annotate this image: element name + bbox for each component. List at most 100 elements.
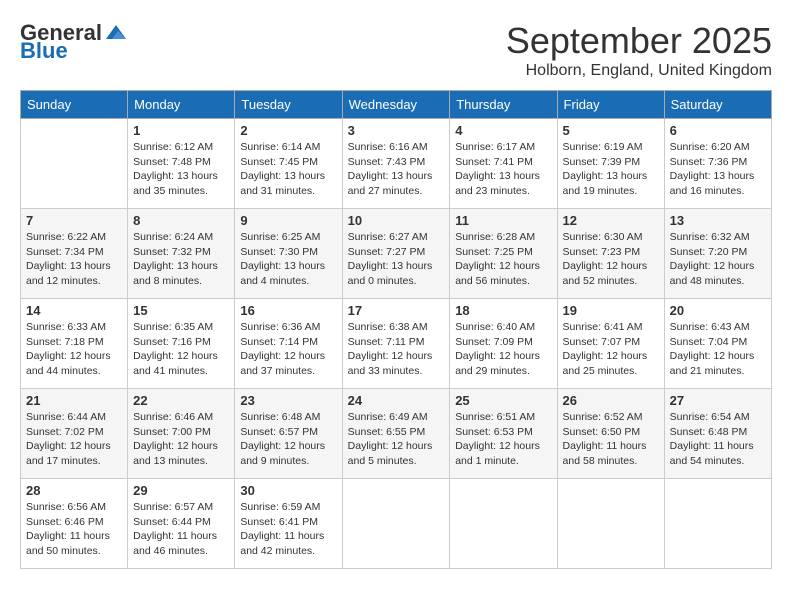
table-row: 14 Sunrise: 6:33 AMSunset: 7:18 PMDayligh… (21, 299, 128, 389)
day-number: 17 (348, 303, 445, 318)
day-number: 8 (133, 213, 229, 228)
day-info: Sunrise: 6:38 AMSunset: 7:11 PMDaylight:… (348, 320, 445, 379)
day-info: Sunrise: 6:59 AMSunset: 6:41 PMDaylight:… (240, 500, 336, 559)
logo-icon (104, 21, 128, 45)
table-row: 5Sunrise: 6:19 AMSunset: 7:39 PMDaylight… (557, 119, 664, 209)
day-number: 24 (348, 393, 445, 408)
table-row: 23 Sunrise: 6:48 AMSunset: 6:57 PMDayligh… (235, 389, 342, 479)
day-number: 26 (563, 393, 659, 408)
day-info: Sunrise: 6:54 AMSunset: 6:48 PMDaylight:… (670, 410, 766, 469)
day-info: Sunrise: 6:52 AMSunset: 6:50 PMDaylight:… (563, 410, 659, 469)
day-info: Sunrise: 6:56 AMSunset: 6:46 PMDaylight:… (26, 500, 122, 559)
day-info: Sunrise: 6:49 AMSunset: 6:55 PMDaylight:… (348, 410, 445, 469)
table-row: 12 Sunrise: 6:30 AMSunset: 7:23 PMDayligh… (557, 209, 664, 299)
day-info: Sunrise: 6:32 AMSunset: 7:20 PMDaylight:… (670, 230, 766, 289)
col-tuesday: Tuesday (235, 91, 342, 119)
table-row: 9 Sunrise: 6:25 AMSunset: 7:30 PMDaylight… (235, 209, 342, 299)
table-row: 15 Sunrise: 6:35 AMSunset: 7:16 PMDayligh… (128, 299, 235, 389)
table-row: 16 Sunrise: 6:36 AMSunset: 7:14 PMDayligh… (235, 299, 342, 389)
table-row: 24 Sunrise: 6:49 AMSunset: 6:55 PMDayligh… (342, 389, 450, 479)
day-info: Sunrise: 6:14 AMSunset: 7:45 PMDaylight:… (240, 140, 336, 199)
day-number: 13 (670, 213, 766, 228)
day-info: Sunrise: 6:20 AMSunset: 7:36 PMDaylight:… (670, 140, 766, 199)
day-number: 11 (455, 213, 551, 228)
day-info: Sunrise: 6:35 AMSunset: 7:16 PMDaylight:… (133, 320, 229, 379)
day-info: Sunrise: 6:40 AMSunset: 7:09 PMDaylight:… (455, 320, 551, 379)
day-number: 25 (455, 393, 551, 408)
logo: General Blue (20, 20, 128, 64)
day-number: 14 (26, 303, 122, 318)
day-info: Sunrise: 6:28 AMSunset: 7:25 PMDaylight:… (455, 230, 551, 289)
table-row: 19 Sunrise: 6:41 AMSunset: 7:07 PMDayligh… (557, 299, 664, 389)
table-row (664, 479, 771, 569)
table-row: 30 Sunrise: 6:59 AMSunset: 6:41 PMDayligh… (235, 479, 342, 569)
col-friday: Friday (557, 91, 664, 119)
day-info: Sunrise: 6:57 AMSunset: 6:44 PMDaylight:… (133, 500, 229, 559)
day-number: 4 (455, 123, 551, 138)
day-info: Sunrise: 6:36 AMSunset: 7:14 PMDaylight:… (240, 320, 336, 379)
table-row: 3 Sunrise: 6:16 AMSunset: 7:43 PMDaylight… (342, 119, 450, 209)
table-row: 28Sunrise: 6:56 AMSunset: 6:46 PMDayligh… (21, 479, 128, 569)
table-row: 20Sunrise: 6:43 AMSunset: 7:04 PMDayligh… (664, 299, 771, 389)
day-info: Sunrise: 6:41 AMSunset: 7:07 PMDaylight:… (563, 320, 659, 379)
day-number: 29 (133, 483, 229, 498)
day-number: 30 (240, 483, 336, 498)
day-info: Sunrise: 6:24 AMSunset: 7:32 PMDaylight:… (133, 230, 229, 289)
day-number: 2 (240, 123, 336, 138)
table-row: 4 Sunrise: 6:17 AMSunset: 7:41 PMDaylight… (450, 119, 557, 209)
day-info: Sunrise: 6:33 AMSunset: 7:18 PMDaylight:… (26, 320, 122, 379)
table-row: 27 Sunrise: 6:54 AMSunset: 6:48 PMDayligh… (664, 389, 771, 479)
table-row: 8 Sunrise: 6:24 AMSunset: 7:32 PMDaylight… (128, 209, 235, 299)
day-number: 16 (240, 303, 336, 318)
day-info: Sunrise: 6:17 AMSunset: 7:41 PMDaylight:… (455, 140, 551, 199)
title-block: September 2025 Holborn, England, United … (506, 20, 772, 80)
day-number: 1 (133, 123, 229, 138)
day-info: Sunrise: 6:46 AMSunset: 7:00 PMDaylight:… (133, 410, 229, 469)
page-header: General Blue September 2025 Holborn, Eng… (20, 20, 772, 80)
day-info: Sunrise: 6:27 AMSunset: 7:27 PMDaylight:… (348, 230, 445, 289)
calendar-week-4: 21 Sunrise: 6:44 AMSunset: 7:02 PMDayligh… (21, 389, 772, 479)
table-row (342, 479, 450, 569)
day-info: Sunrise: 6:30 AMSunset: 7:23 PMDaylight:… (563, 230, 659, 289)
day-number: 18 (455, 303, 551, 318)
day-info: Sunrise: 6:51 AMSunset: 6:53 PMDaylight:… (455, 410, 551, 469)
day-number: 12 (563, 213, 659, 228)
day-number: 15 (133, 303, 229, 318)
table-row: 21 Sunrise: 6:44 AMSunset: 7:02 PMDayligh… (21, 389, 128, 479)
day-number: 27 (670, 393, 766, 408)
calendar: Sunday Monday Tuesday Wednesday Thursday… (20, 90, 772, 569)
day-number: 22 (133, 393, 229, 408)
day-info: Sunrise: 6:16 AMSunset: 7:43 PMDaylight:… (348, 140, 445, 199)
day-number: 3 (348, 123, 445, 138)
table-row: 26 Sunrise: 6:52 AMSunset: 6:50 PMDayligh… (557, 389, 664, 479)
day-info: Sunrise: 6:25 AMSunset: 7:30 PMDaylight:… (240, 230, 336, 289)
table-row: 25 Sunrise: 6:51 AMSunset: 6:53 PMDayligh… (450, 389, 557, 479)
day-info: Sunrise: 6:48 AMSunset: 6:57 PMDaylight:… (240, 410, 336, 469)
calendar-header-row: Sunday Monday Tuesday Wednesday Thursday… (21, 91, 772, 119)
logo-blue: Blue (20, 38, 68, 64)
col-saturday: Saturday (664, 91, 771, 119)
day-info: Sunrise: 6:43 AMSunset: 7:04 PMDaylight:… (670, 320, 766, 379)
table-row: 18 Sunrise: 6:40 AMSunset: 7:09 PMDayligh… (450, 299, 557, 389)
month-title: September 2025 (506, 20, 772, 62)
day-number: 10 (348, 213, 445, 228)
table-row: 7 Sunrise: 6:22 AMSunset: 7:34 PMDaylight… (21, 209, 128, 299)
table-row: 22 Sunrise: 6:46 AMSunset: 7:00 PMDayligh… (128, 389, 235, 479)
day-number: 9 (240, 213, 336, 228)
location: Holborn, England, United Kingdom (506, 62, 772, 80)
table-row (21, 119, 128, 209)
day-info: Sunrise: 6:44 AMSunset: 7:02 PMDaylight:… (26, 410, 122, 469)
table-row: 6Sunrise: 6:20 AMSunset: 7:36 PMDaylight… (664, 119, 771, 209)
calendar-week-3: 14 Sunrise: 6:33 AMSunset: 7:18 PMDayligh… (21, 299, 772, 389)
day-number: 23 (240, 393, 336, 408)
day-info: Sunrise: 6:22 AMSunset: 7:34 PMDaylight:… (26, 230, 122, 289)
table-row: 10 Sunrise: 6:27 AMSunset: 7:27 PMDayligh… (342, 209, 450, 299)
day-number: 7 (26, 213, 122, 228)
col-wednesday: Wednesday (342, 91, 450, 119)
day-number: 21 (26, 393, 122, 408)
calendar-week-1: 1Sunrise: 6:12 AMSunset: 7:48 PMDaylight… (21, 119, 772, 209)
day-number: 5 (563, 123, 659, 138)
calendar-week-5: 28Sunrise: 6:56 AMSunset: 6:46 PMDayligh… (21, 479, 772, 569)
table-row: 17 Sunrise: 6:38 AMSunset: 7:11 PMDayligh… (342, 299, 450, 389)
day-number: 19 (563, 303, 659, 318)
